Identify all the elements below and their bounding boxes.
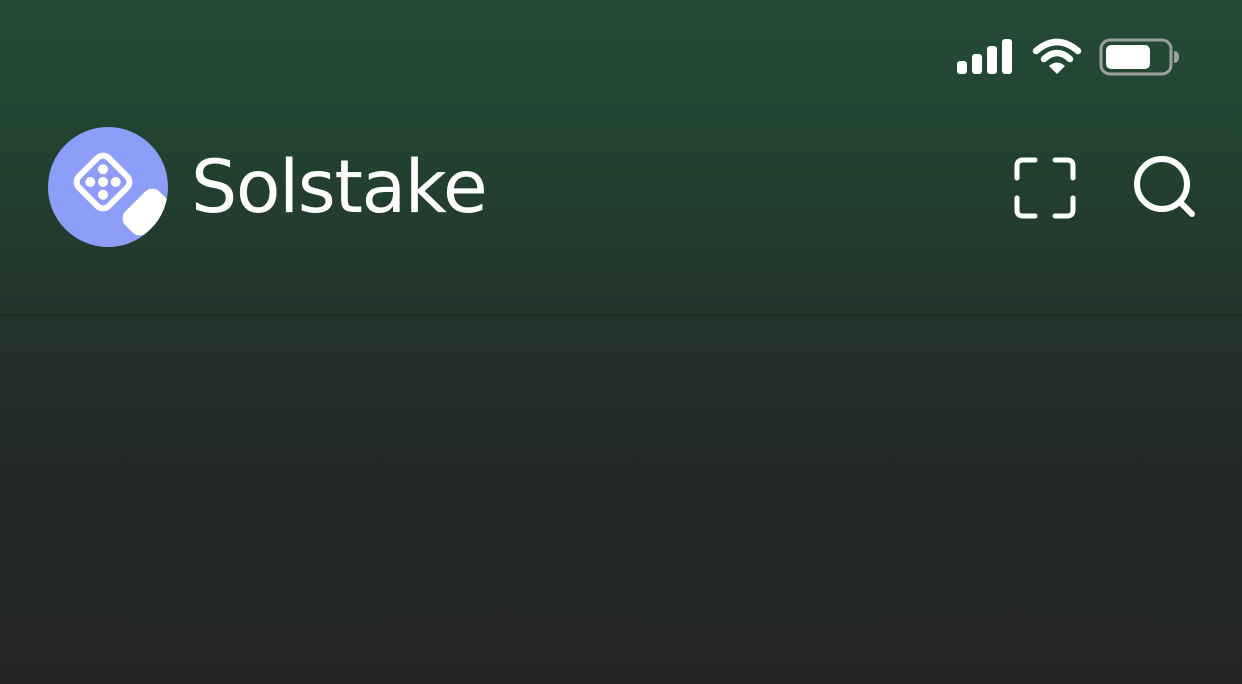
status-bar	[0, 0, 1242, 100]
dice-icon[interactable]	[48, 127, 168, 247]
battery-icon	[1099, 38, 1179, 76]
scan-icon[interactable]	[1009, 152, 1081, 224]
cellular-signal-icon	[957, 39, 1012, 74]
search-icon[interactable]	[1129, 152, 1201, 224]
brand-name: Solstake	[191, 145, 488, 230]
wifi-icon	[1032, 38, 1082, 74]
header-divider	[0, 314, 1242, 316]
app-header: Solstake	[0, 112, 1242, 314]
